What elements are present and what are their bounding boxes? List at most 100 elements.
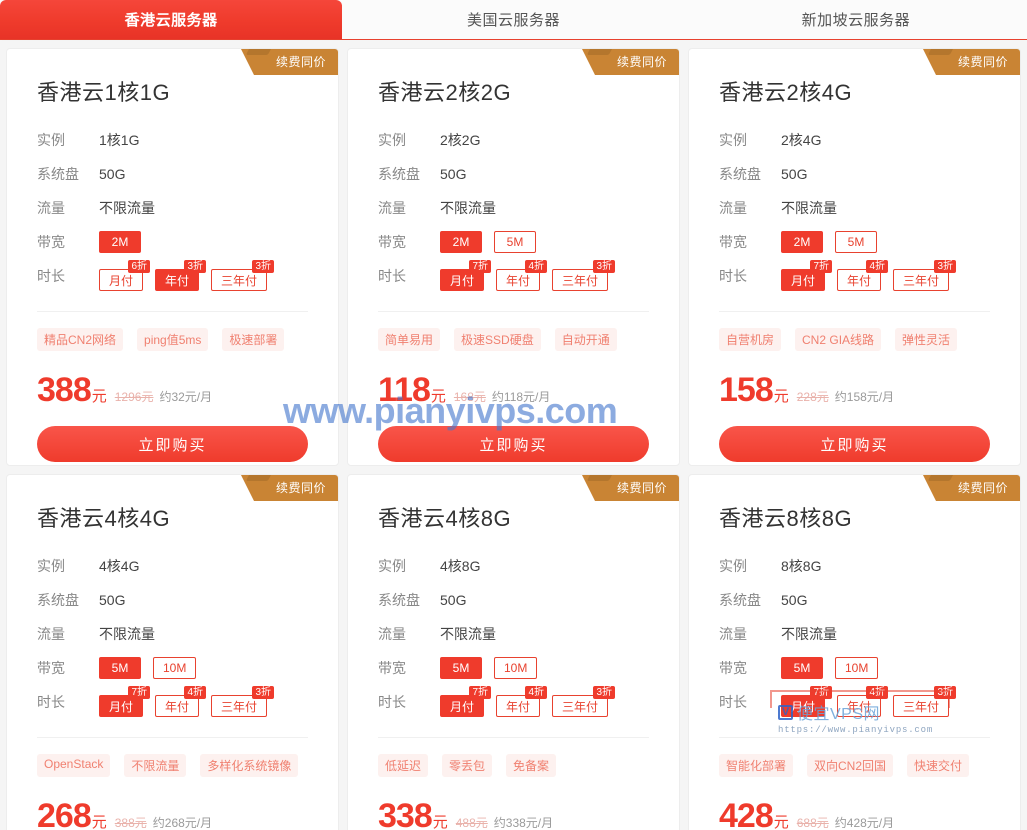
bandwidth-row: 带宽 5M 10M — [37, 651, 308, 685]
duration-option[interactable]: 年付 4折 — [496, 260, 548, 291]
bandwidth-option-label: 2M — [793, 235, 811, 249]
bandwidth-option-label: 5M — [452, 661, 470, 675]
buy-now-button[interactable]: 立即购买 — [719, 426, 990, 462]
price-per-month: 约268元/月 — [152, 816, 213, 830]
duration-option[interactable]: 年付 3折 — [155, 260, 207, 291]
duration-option[interactable]: 年付 4折 — [837, 686, 889, 717]
price-row: 268 元 388元 约268元/月 — [37, 797, 308, 830]
duration-option[interactable]: 三年付 3折 — [211, 686, 275, 717]
traffic-value: 不限流量 — [99, 200, 155, 216]
buy-now-button[interactable]: 立即购买 — [37, 426, 308, 462]
renewal-price-ribbon-label: 续费同价 — [957, 481, 1008, 495]
bandwidth-option[interactable]: 2M — [99, 231, 141, 253]
tab-0[interactable]: 香港云服务器 — [0, 0, 343, 39]
plan-title: 香港云4核8G — [378, 506, 512, 531]
price-currency: 元 — [432, 814, 448, 830]
system-disk-value: 50G — [781, 166, 808, 182]
bandwidth-option[interactable]: 5M — [781, 657, 823, 679]
discount-badge: 6折 — [128, 260, 151, 273]
system-disk-value: 50G — [99, 166, 126, 182]
instance-label: 实例 — [37, 558, 65, 574]
duration-option[interactable]: 三年付 3折 — [552, 260, 616, 291]
bandwidth-label: 带宽 — [37, 234, 65, 250]
duration-option[interactable]: 月付 7折 — [781, 686, 833, 717]
price-currency: 元 — [430, 388, 446, 405]
price-original: 488元 — [455, 816, 488, 830]
bandwidth-option[interactable]: 2M — [781, 231, 823, 253]
system-disk-row: 系统盘 50G — [37, 157, 308, 191]
duration-option[interactable]: 月付 7折 — [440, 686, 492, 717]
duration-option[interactable]: 三年付 3折 — [893, 260, 957, 291]
feature-tag: 弹性灵活 — [895, 328, 958, 351]
feature-tags: 自营机房 CN2 GIA线路 弹性灵活 — [719, 328, 990, 351]
bandwidth-option[interactable]: 5M — [440, 657, 482, 679]
bandwidth-option-label: 10M — [504, 661, 528, 675]
duration-row: 时长 月付 7折 年付 4折 三年付 3折 — [37, 685, 308, 719]
bandwidth-label: 带宽 — [37, 660, 65, 676]
duration-options: 月付 7折 年付 4折 三年付 3折 — [781, 686, 957, 717]
system-disk-row: 系统盘 50G — [37, 583, 308, 617]
feature-tag: 零丢包 — [442, 754, 493, 777]
bandwidth-option-label: 5M — [506, 235, 524, 249]
system-disk-row: 系统盘 50G — [719, 583, 990, 617]
instance-row: 实例 8核8G — [719, 549, 990, 583]
bandwidth-label: 带宽 — [378, 234, 406, 250]
bandwidth-option[interactable]: 10M — [494, 657, 538, 679]
instance-value: 1核1G — [99, 132, 140, 148]
bandwidth-option[interactable]: 5M — [835, 231, 877, 253]
discount-badge: 3折 — [252, 686, 275, 699]
instance-value: 4核8G — [440, 558, 481, 574]
bandwidth-label: 带宽 — [719, 660, 747, 676]
system-disk-row: 系统盘 50G — [378, 583, 649, 617]
duration-option[interactable]: 年付 4折 — [496, 686, 548, 717]
bandwidth-options: 5M 10M — [99, 657, 197, 679]
duration-option-label: 三年付 — [903, 699, 940, 714]
feature-tag: 自动开通 — [554, 328, 617, 351]
bandwidth-option[interactable]: 10M — [153, 657, 197, 679]
system-disk-value: 50G — [781, 592, 808, 608]
price-amount: 158 — [719, 371, 774, 409]
price-original: 228元 — [796, 390, 829, 404]
duration-option[interactable]: 年付 4折 — [155, 686, 207, 717]
instance-label: 实例 — [37, 132, 65, 148]
bandwidth-option[interactable]: 5M — [99, 657, 141, 679]
feature-tag: 不限流量 — [124, 754, 187, 777]
duration-option-label: 三年付 — [562, 273, 599, 288]
pricing-page: 香港云服务器 美国云服务器 新加坡云服务器 续费同价 香港云1核1G 实例 1核1G 系统盘… — [0, 0, 1027, 830]
duration-option-label: 年付 — [165, 273, 190, 288]
price-currency: 元 — [773, 388, 789, 405]
renewal-price-ribbon-label: 续费同价 — [616, 481, 667, 495]
duration-option[interactable]: 年付 4折 — [837, 260, 889, 291]
price-currency: 元 — [773, 814, 789, 830]
feature-tags: 精品CN2网络 ping值5ms 极速部署 — [37, 328, 308, 351]
traffic-value: 不限流量 — [440, 200, 496, 216]
price-amount: 268 — [37, 797, 92, 830]
traffic-row: 流量 不限流量 — [378, 617, 649, 651]
buy-now-button[interactable]: 立即购买 — [378, 426, 649, 462]
duration-option[interactable]: 月付 7折 — [781, 260, 833, 291]
system-disk-label: 系统盘 — [719, 592, 761, 608]
traffic-label: 流量 — [719, 200, 747, 216]
traffic-label: 流量 — [378, 626, 406, 642]
duration-option[interactable]: 月付 7折 — [440, 260, 492, 291]
duration-option[interactable]: 三年付 3折 — [893, 686, 957, 717]
tab-1[interactable]: 美国云服务器 — [342, 0, 685, 39]
duration-option[interactable]: 月付 7折 — [99, 686, 151, 717]
feature-tag: 极速部署 — [222, 328, 285, 351]
bandwidth-option-label: 2M — [111, 235, 129, 249]
renewal-price-ribbon: 续费同价 — [240, 49, 338, 75]
tab-2[interactable]: 新加坡云服务器 — [684, 0, 1027, 39]
duration-option-label: 月付 — [791, 273, 816, 288]
duration-option[interactable]: 三年付 3折 — [211, 260, 275, 291]
bandwidth-label: 带宽 — [719, 234, 747, 250]
duration-option[interactable]: 三年付 3折 — [552, 686, 616, 717]
bandwidth-option[interactable]: 5M — [494, 231, 536, 253]
card-divider — [719, 311, 990, 312]
plan-title: 香港云1核1G — [37, 80, 171, 105]
duration-option[interactable]: 月付 6折 — [99, 260, 151, 291]
bandwidth-option[interactable]: 10M — [835, 657, 879, 679]
traffic-value: 不限流量 — [781, 626, 837, 642]
traffic-row: 流量 不限流量 — [719, 617, 990, 651]
bandwidth-option[interactable]: 2M — [440, 231, 482, 253]
feature-tags: OpenStack 不限流量 多样化系统镜像 — [37, 754, 308, 777]
